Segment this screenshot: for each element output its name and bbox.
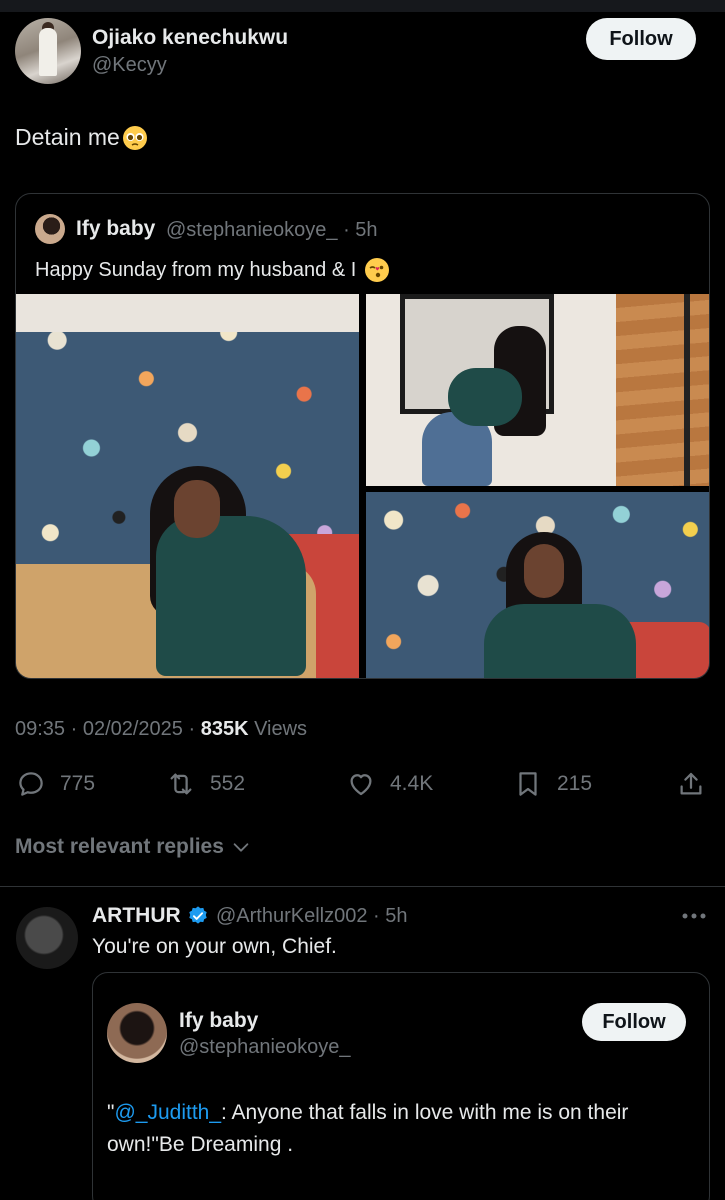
- divider: [0, 886, 725, 887]
- repost-icon: [170, 773, 192, 795]
- tweet-text-content: Detain me: [15, 124, 120, 150]
- reply-sort-label: Most relevant replies: [15, 835, 224, 858]
- author-avatar[interactable]: [15, 18, 81, 84]
- bookmark-count: 215: [557, 772, 593, 795]
- heart-icon: [350, 774, 372, 796]
- verified-badge-icon: [188, 906, 207, 924]
- reply-author[interactable]: ARTHUR: [92, 904, 209, 928]
- reply-text: You're on your own, Chief.: [92, 935, 337, 958]
- author-name[interactable]: Ojiako kenechukwu: [92, 26, 288, 50]
- quoted-photo-1[interactable]: [16, 294, 359, 678]
- reply-meta: @ArthurKellz002 · 5h: [216, 905, 408, 927]
- more-options-icon[interactable]: [680, 906, 708, 926]
- tweet-text: Detain me: [15, 124, 148, 151]
- reply-action[interactable]: 775: [16, 766, 95, 802]
- reply-embedded-card[interactable]: Ify baby @stephanieokoye_ Follow "@_Judi…: [92, 972, 710, 1200]
- quoted-photo-2[interactable]: [366, 294, 709, 486]
- top-bar: [0, 0, 725, 12]
- card-handle[interactable]: @stephanieokoye_: [179, 1036, 351, 1059]
- kissing-face-emoji-icon: [365, 258, 390, 282]
- tweet-timestamp: 09:35 · 02/02/2025 ·: [15, 718, 201, 740]
- quoted-tweet[interactable]: Ify baby @stephanieokoye_ · 5h Happy Sun…: [15, 193, 710, 679]
- like-count: 4.4K: [390, 772, 434, 795]
- quoted-photo-3[interactable]: [366, 492, 709, 678]
- card-name[interactable]: Ify baby: [179, 1009, 258, 1033]
- tweet-meta: 09:35 · 02/02/2025 · 835K Views: [15, 718, 307, 741]
- repost-action[interactable]: 552: [166, 766, 245, 802]
- card-avatar[interactable]: [107, 1003, 167, 1063]
- share-action[interactable]: [676, 766, 706, 802]
- views-count: 835K: [200, 718, 249, 740]
- bookmark-action[interactable]: 215: [513, 766, 592, 802]
- like-action[interactable]: 4.4K: [346, 766, 433, 802]
- quoted-author-meta: @stephanieokoye_ · 5h: [166, 219, 378, 241]
- repost-count: 552: [210, 772, 246, 795]
- follow-button[interactable]: Follow: [586, 18, 696, 60]
- card-mention-link[interactable]: @_Juditth_: [114, 1101, 221, 1124]
- quoted-tweet-text-content: Happy Sunday from my husband & I: [35, 258, 357, 281]
- author-handle[interactable]: @Kecyy: [92, 54, 167, 77]
- chevron-down-icon: [233, 843, 249, 852]
- reply-author-avatar[interactable]: [16, 907, 78, 969]
- card-follow-button[interactable]: Follow: [582, 1003, 686, 1041]
- pleading-face-emoji-icon: [122, 125, 147, 150]
- reply-count: 775: [60, 772, 96, 795]
- reply-icon: [19, 772, 43, 796]
- card-text: "@_Juditth_: Anyone that falls in love w…: [107, 1097, 697, 1161]
- reply-sort-selector[interactable]: Most relevant replies: [15, 835, 252, 859]
- quoted-tweet-text: Happy Sunday from my husband & I: [35, 257, 390, 283]
- views-label: Views: [248, 718, 308, 740]
- share-icon: [680, 772, 702, 795]
- bookmark-icon: [519, 772, 537, 796]
- quoted-author-avatar[interactable]: [35, 214, 65, 244]
- quoted-author-name[interactable]: Ify baby: [76, 217, 155, 241]
- reply-author-name[interactable]: ARTHUR: [92, 904, 181, 928]
